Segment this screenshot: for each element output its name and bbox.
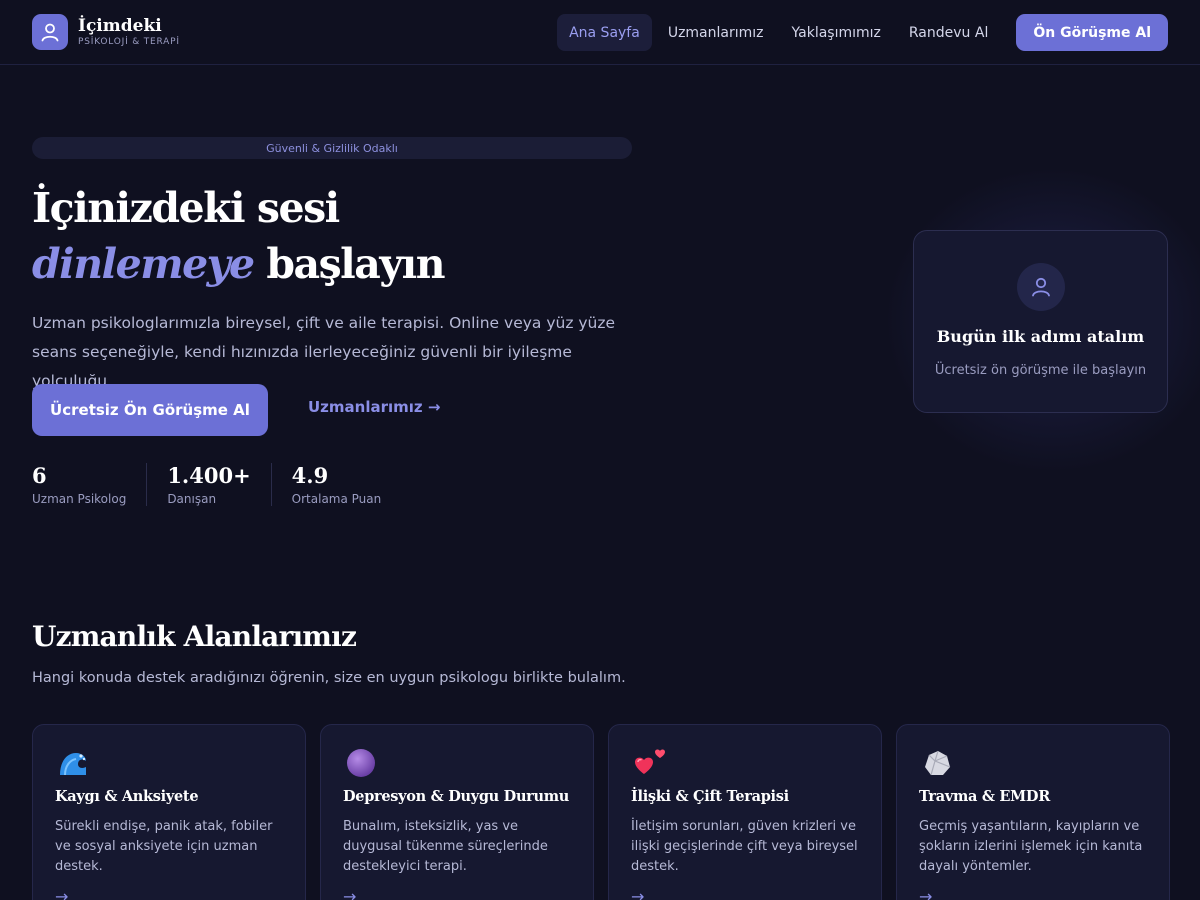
expertise-card-anxiety[interactable]: Kaygı & Anksiyete Sürekli endişe, panik … bbox=[32, 724, 306, 900]
card-title: Depresyon & Duygu Durumu bbox=[343, 788, 570, 805]
free-consultation-button[interactable]: Ücretsiz Ön Görüşme Al bbox=[32, 384, 268, 436]
stat-label: Uzman Psikolog bbox=[32, 492, 127, 506]
first-step-title: Bugün ilk adımı atalım bbox=[936, 327, 1145, 346]
brand-tagline: PSİKOLOJİ & TERAPİ bbox=[78, 36, 180, 47]
card-title: Kaygı & Anksiyete bbox=[55, 788, 199, 805]
section-subtitle: Hangi konuda destek aradığınızı öğrenin,… bbox=[32, 670, 626, 686]
card-description: Sürekli endişe, panik atak, fobiler ve s… bbox=[55, 819, 273, 874]
stat-clients: 1.400+ Danışan bbox=[167, 463, 272, 506]
hero-title-line2: başlayın bbox=[253, 240, 445, 288]
hero-stats: 6 Uzman Psikolog 1.400+ Danışan 4.9 Orta… bbox=[32, 463, 421, 506]
card-description: Geçmiş yaşantıların, kayıpların ve şokla… bbox=[919, 819, 1143, 874]
stat-experts: 6 Uzman Psikolog bbox=[32, 463, 148, 506]
purple-circle-icon bbox=[345, 747, 377, 779]
stat-value: 1.400+ bbox=[167, 463, 251, 488]
arrow-right-icon[interactable]: → bbox=[343, 887, 356, 900]
arrow-right-icon[interactable]: → bbox=[919, 887, 932, 900]
card-description: Bunalım, isteksizlik, yas ve duygusal tü… bbox=[343, 819, 548, 874]
stat-value: 6 bbox=[32, 463, 47, 488]
hero-title: İçinizdeki sesi dinlemeye başlayın bbox=[32, 180, 652, 292]
two-hearts-icon bbox=[633, 747, 665, 779]
experts-link[interactable]: Uzmanlarımız → bbox=[308, 398, 440, 416]
stat-rating: 4.9 Ortalama Puan bbox=[292, 463, 402, 506]
expertise-card-depression[interactable]: Depresyon & Duygu Durumu Bunalım, isteks… bbox=[320, 724, 594, 900]
nav-item-appointment[interactable]: Randevu Al bbox=[897, 14, 1000, 51]
first-step-subtitle: Ücretsiz ön görüşme ile başlayın bbox=[934, 363, 1147, 378]
hero-badge: Güvenli & Gizlilik Odaklı bbox=[32, 137, 632, 159]
site-header: İçimdeki PSİKOLOJİ & TERAPİ Ana Sayfa Uz… bbox=[0, 0, 1200, 65]
rock-icon bbox=[921, 747, 953, 779]
section-title: Uzmanlık Alanlarımız bbox=[32, 620, 357, 653]
expertise-card-relationship[interactable]: İlişki & Çift Terapisi İletişim sorunlar… bbox=[608, 724, 882, 900]
arrow-right-icon[interactable]: → bbox=[631, 887, 644, 900]
card-description: İletişim sorunları, güven krizleri ve il… bbox=[631, 819, 858, 874]
wave-icon bbox=[57, 747, 89, 779]
first-step-card: Bugün ilk adımı atalım Ücretsiz ön görüş… bbox=[913, 230, 1168, 413]
nav-item-home[interactable]: Ana Sayfa bbox=[557, 14, 652, 51]
pre-consultation-button[interactable]: Ön Görüşme Al bbox=[1016, 14, 1168, 51]
card-title: Travma & EMDR bbox=[919, 788, 1050, 805]
brand-name: İçimdeki bbox=[78, 15, 162, 36]
hero-title-accent: dinlemeye bbox=[32, 240, 255, 288]
stat-value: 4.9 bbox=[291, 463, 329, 488]
user-icon bbox=[1017, 263, 1065, 311]
nav-item-experts[interactable]: Uzmanlarımız bbox=[656, 14, 776, 51]
stat-label: Danışan bbox=[167, 492, 217, 506]
arrow-right-icon[interactable]: → bbox=[55, 887, 68, 900]
main-nav: Ana Sayfa Uzmanlarımız Yaklaşımımız Rand… bbox=[553, 14, 1168, 51]
hero-description: Uzman psikologlarımızla bireysel, çift v… bbox=[32, 314, 616, 390]
card-title: İlişki & Çift Terapisi bbox=[631, 788, 789, 805]
stat-label: Ortalama Puan bbox=[291, 492, 382, 506]
expertise-card-trauma[interactable]: Travma & EMDR Geçmiş yaşantıların, kayıp… bbox=[896, 724, 1170, 900]
nav-item-approach[interactable]: Yaklaşımımız bbox=[780, 14, 893, 51]
expertise-cards: Kaygı & Anksiyete Sürekli endişe, panik … bbox=[32, 724, 1170, 900]
brand-logo[interactable]: İçimdeki PSİKOLOJİ & TERAPİ bbox=[32, 14, 180, 50]
hero-title-line1: İçinizdeki sesi bbox=[32, 184, 340, 232]
user-icon bbox=[32, 14, 68, 50]
